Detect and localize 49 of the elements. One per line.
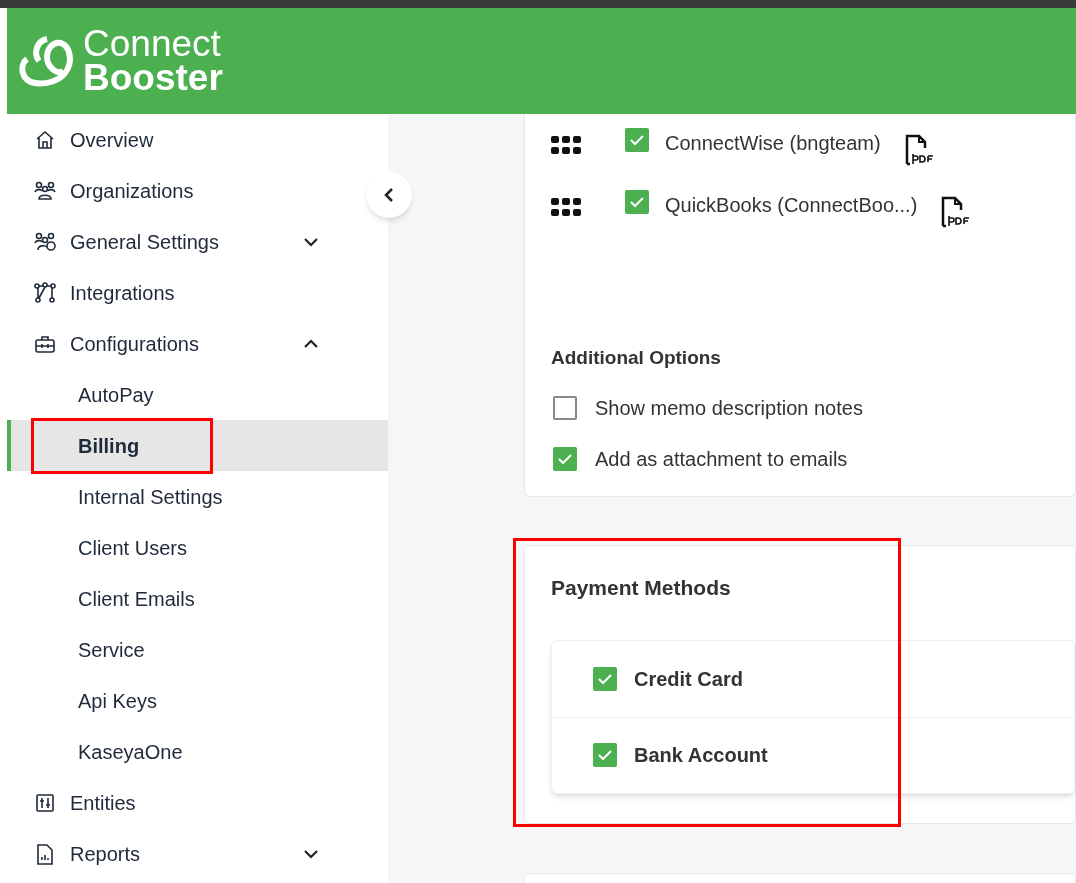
check-icon	[557, 453, 573, 465]
nav-subitem[interactable]: Api Keys	[7, 675, 388, 726]
nav-item[interactable]: Entities	[7, 777, 363, 828]
collapse-button[interactable]	[366, 172, 412, 218]
checkbox[interactable]	[553, 396, 577, 420]
checkbox-label: Add as attachment to emails	[595, 447, 848, 472]
nodes-icon	[34, 281, 56, 304]
logo-text: Connect	[83, 27, 222, 61]
chevron-left-icon	[384, 187, 394, 203]
report-icon	[34, 842, 56, 865]
nav-subitem[interactable]: Client Emails	[7, 573, 388, 624]
nav-subitem[interactable]: AutoPay	[7, 369, 388, 420]
checkbox-label: Bank Account	[634, 743, 768, 768]
section-title: Additional Options	[551, 346, 722, 370]
checkbox-label: Show memo description notes	[595, 396, 863, 421]
checkbox-label: QuickBooks (ConnectBoo...)	[665, 193, 918, 218]
nav-item[interactable]: Integrations	[7, 267, 363, 318]
checkbox-label: Credit Card	[634, 666, 743, 692]
checkbox[interactable]	[593, 743, 617, 767]
chevron-up-icon	[303, 338, 319, 349]
nav-item[interactable]: Organizations	[7, 165, 363, 216]
nav-subitem[interactable]: Internal Settings	[7, 471, 388, 522]
checkbox[interactable]	[553, 447, 577, 471]
home-icon	[34, 128, 56, 151]
nav-item[interactable]: Reports	[7, 828, 363, 879]
check-icon	[629, 134, 645, 146]
drag-handle-icon[interactable]	[551, 136, 581, 156]
nav-item[interactable]: General Settings	[7, 216, 363, 267]
check-icon	[597, 672, 613, 685]
nav-subitem[interactable]: Service	[7, 624, 388, 675]
drag-handle-icon[interactable]	[551, 198, 581, 218]
nav-item[interactable]: Overview	[7, 114, 363, 165]
checkbox[interactable]	[625, 128, 649, 152]
check-icon	[597, 749, 613, 761]
chevron-down-icon	[303, 848, 319, 859]
checkbox[interactable]	[593, 666, 617, 691]
check-icon	[629, 196, 645, 208]
checkbox[interactable]	[625, 190, 649, 214]
people-icon	[34, 179, 56, 202]
nav-item[interactable]: Configurations	[7, 318, 363, 369]
logo-text: Booster	[83, 61, 223, 95]
nav-subitem[interactable]: KaseyaOne	[7, 726, 388, 777]
nav-subitem[interactable]: Billing	[7, 420, 388, 471]
people-gear-icon	[34, 230, 56, 253]
checkbox-label: ConnectWise (bngteam)	[665, 131, 881, 156]
chevron-down-icon	[303, 236, 319, 247]
section-title: Payment Methods	[551, 575, 732, 601]
nav-subitem[interactable]: Client Users	[7, 522, 388, 573]
sliders-icon	[34, 791, 56, 814]
